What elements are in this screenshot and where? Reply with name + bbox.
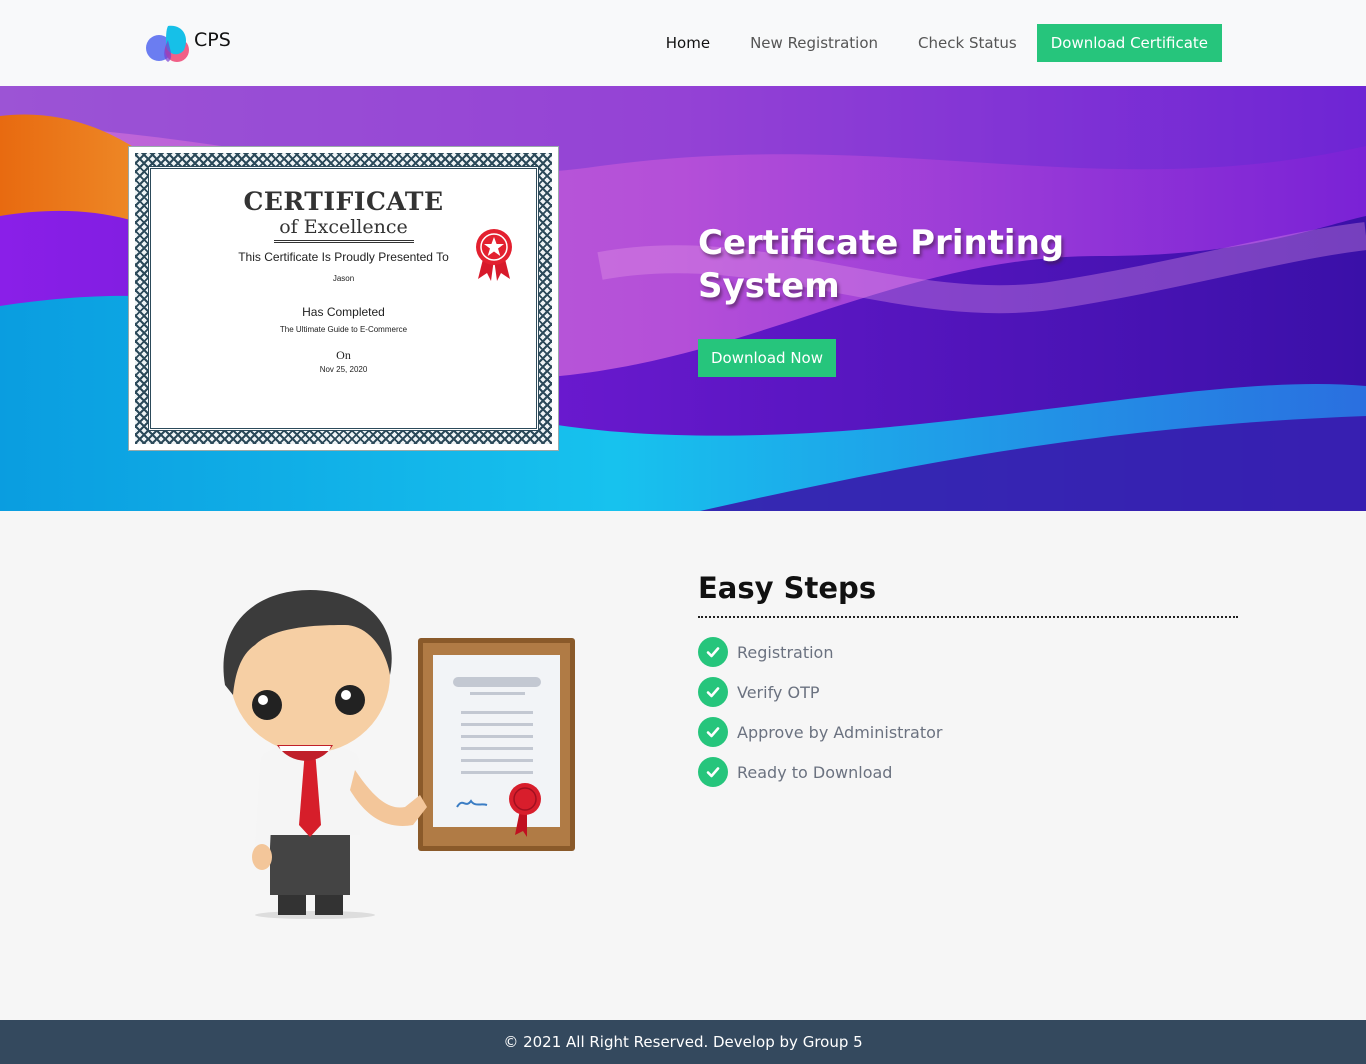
steps-list: Registration Verify OTP Approve by Admin… bbox=[698, 632, 942, 792]
step-label: Verify OTP bbox=[737, 682, 820, 702]
site-footer: © 2021 All Right Reserved. Develop by Gr… bbox=[0, 1020, 1366, 1064]
nav-check-status[interactable]: Check Status bbox=[918, 34, 1017, 52]
certificate-on-text: On bbox=[336, 348, 351, 362]
certificate-border: CERTIFICATE of Excellence This Certifica… bbox=[135, 153, 552, 444]
footer-copyright: © 2021 All Right Reserved. Develop by Gr… bbox=[503, 1033, 863, 1051]
logo[interactable]: CPS bbox=[144, 22, 231, 64]
steps-title: Easy Steps bbox=[698, 571, 877, 605]
logo-text: CPS bbox=[194, 29, 231, 51]
step-item: Approve by Administrator bbox=[698, 712, 942, 752]
nav-home[interactable]: Home bbox=[666, 34, 710, 52]
step-label: Approve by Administrator bbox=[737, 722, 943, 742]
site-header: CPS Home New Registration Check Status D… bbox=[0, 0, 1366, 86]
step-label: Registration bbox=[737, 642, 834, 662]
certificate-date: Nov 25, 2020 bbox=[319, 365, 368, 374]
download-now-button[interactable]: Download Now bbox=[698, 339, 836, 377]
step-item: Verify OTP bbox=[698, 672, 942, 712]
man-with-certificate-illustration bbox=[223, 590, 575, 919]
certificate-divider bbox=[273, 240, 414, 243]
step-label: Ready to Download bbox=[737, 762, 893, 782]
steps-divider bbox=[698, 616, 1238, 618]
certificate-body: CERTIFICATE of Excellence This Certifica… bbox=[148, 166, 539, 431]
hero-title: Certificate Printing System bbox=[698, 223, 1065, 306]
step-item: Registration bbox=[698, 632, 942, 672]
nav-new-registration[interactable]: New Registration bbox=[750, 34, 878, 52]
certificate-course: The Ultimate Guide to E-Commerce bbox=[279, 325, 408, 334]
check-circle-icon bbox=[698, 677, 728, 707]
hero-banner: CERTIFICATE of Excellence This Certifica… bbox=[0, 86, 1366, 511]
award-ribbon-icon bbox=[476, 229, 512, 281]
check-circle-icon bbox=[698, 717, 728, 747]
check-circle-icon bbox=[698, 757, 728, 787]
download-certificate-button[interactable]: Download Certificate bbox=[1036, 24, 1222, 62]
main-nav: Home New Registration Check Status Downl… bbox=[626, 24, 1222, 62]
certificate-completed-text: Has Completed bbox=[302, 305, 385, 319]
butterfly-logo-icon bbox=[146, 25, 189, 62]
certificate-preview: CERTIFICATE of Excellence This Certifica… bbox=[128, 146, 559, 451]
check-circle-icon bbox=[698, 637, 728, 667]
certificate-title: CERTIFICATE bbox=[243, 187, 444, 216]
step-item: Ready to Download bbox=[698, 752, 942, 792]
